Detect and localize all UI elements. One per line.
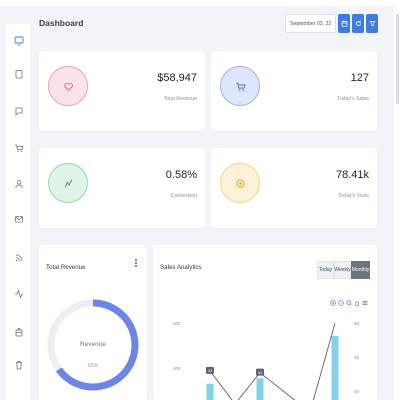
y-axis-tick-label: 400 xyxy=(173,366,181,371)
bar xyxy=(331,335,339,400)
y2-axis-tick-label: 30 xyxy=(354,389,360,394)
data-label: 43 xyxy=(208,368,213,373)
data-label: 43 xyxy=(258,370,263,375)
y2-axis-tick-label: 60 xyxy=(354,321,360,326)
series-line xyxy=(209,322,336,400)
bar xyxy=(256,378,264,400)
y-axis-tick-label: 600 xyxy=(173,321,181,326)
bar xyxy=(206,383,214,400)
sales-analytics-chart: 60040060453043254320 xyxy=(173,321,360,400)
y2-axis-tick-label: 45 xyxy=(354,355,360,360)
